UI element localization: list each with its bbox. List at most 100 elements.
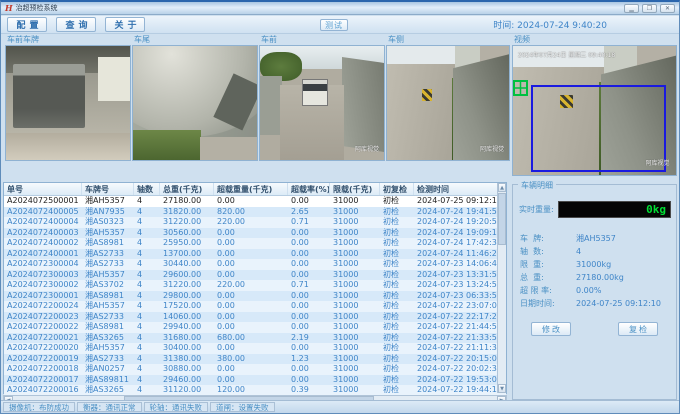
status-weigher: 衡器：通讯正常 bbox=[77, 402, 142, 412]
column-header[interactable]: 总重(千克) bbox=[160, 183, 214, 195]
query-button[interactable]: 查询 bbox=[56, 17, 96, 32]
modify-button[interactable]: 修改 bbox=[531, 322, 571, 336]
table-row[interactable]: A2024072200020湘AH5357430400.000.000.0031… bbox=[4, 343, 506, 354]
table-cell: 湘AH5357 bbox=[82, 343, 134, 354]
detail-field-axles: 轴 数:4 bbox=[513, 245, 676, 258]
table-cell: 湘AS3265 bbox=[82, 333, 134, 344]
table-cell: 31000 bbox=[330, 354, 380, 365]
config-button[interactable]: 配置 bbox=[7, 17, 47, 32]
table-row[interactable]: A2024072200023湘AS2733414060.000.000.0031… bbox=[4, 312, 506, 323]
column-header[interactable]: 车牌号 bbox=[82, 183, 134, 195]
table-cell: 2024-07-22 21:44:55 bbox=[414, 322, 499, 333]
table-cell: 30440.00 bbox=[160, 259, 214, 270]
table-cell: 31000 bbox=[330, 375, 380, 386]
table-cell: 4 bbox=[134, 238, 160, 249]
scroll-up-icon[interactable]: ▲ bbox=[498, 183, 506, 192]
table-cell: 0.00 bbox=[288, 375, 330, 386]
table-row[interactable]: A2024072400002湘AS8981425950.000.000.0031… bbox=[4, 238, 506, 249]
table-cell: 2024-07-22 22:17:25 bbox=[414, 312, 499, 323]
title-bar: H 治超预检系统 ▁ ❐ ✕ bbox=[1, 2, 679, 15]
table-row[interactable]: A2024072200018湘AN0257430880.000.000.0031… bbox=[4, 364, 506, 375]
camera-panel-front-plate: 车前车牌 bbox=[5, 34, 131, 161]
table-row[interactable]: A2024072300003湘AH5357429600.000.000.0031… bbox=[4, 270, 506, 281]
column-header[interactable]: 轴数 bbox=[134, 183, 160, 195]
minimize-icon[interactable]: ▁ bbox=[624, 4, 639, 13]
table-row[interactable]: A2024072300004湘AS2733430440.000.000.0031… bbox=[4, 259, 506, 270]
column-header[interactable]: 超载率(%) bbox=[288, 183, 330, 195]
table-cell: 31000 bbox=[330, 249, 380, 260]
table-cell: A2024072400005 bbox=[4, 207, 82, 218]
table-row[interactable]: A2024072400005湘AN7935431820.00820.002.65… bbox=[4, 207, 506, 218]
table-row[interactable]: A2024072400003湘AH5357430560.000.000.0031… bbox=[4, 228, 506, 239]
about-button[interactable]: 关于 bbox=[105, 17, 145, 32]
table-cell: 17520.00 bbox=[160, 301, 214, 312]
table-cell: 2024-07-22 19:53:00 bbox=[414, 375, 499, 386]
table-cell: 4 bbox=[134, 249, 160, 260]
test-button[interactable]: 测试 bbox=[320, 19, 348, 31]
close-icon[interactable]: ✕ bbox=[660, 4, 675, 13]
table-cell: 初检 bbox=[380, 228, 414, 239]
table-cell: 380.00 bbox=[214, 354, 288, 365]
table-cell: A2024072200016 bbox=[4, 385, 82, 396]
table-cell: A2024072300002 bbox=[4, 280, 82, 291]
table-cell: 31000 bbox=[330, 270, 380, 281]
table-cell: 0.00 bbox=[214, 249, 288, 260]
table-cell: 0.00 bbox=[214, 301, 288, 312]
table-cell: 4 bbox=[134, 312, 160, 323]
table-cell: 31000 bbox=[330, 280, 380, 291]
table-row[interactable]: A2024072500001湘AH5357427180.000.000.0031… bbox=[4, 196, 506, 207]
camera-snapshot: 阿库视觉 bbox=[386, 45, 510, 161]
maximize-icon[interactable]: ❐ bbox=[642, 4, 657, 13]
column-header[interactable]: 初复检 bbox=[380, 183, 414, 195]
table-cell: 4 bbox=[134, 354, 160, 365]
column-header[interactable]: 检测时间 bbox=[414, 183, 499, 195]
column-header[interactable]: 限载(千克) bbox=[330, 183, 380, 195]
table-cell: 2024-07-23 13:31:50 bbox=[414, 270, 499, 281]
table-row[interactable]: A2024072200019湘AS2733431380.00380.001.23… bbox=[4, 354, 506, 365]
vertical-scrollbar[interactable]: ▲ ▼ bbox=[497, 183, 506, 393]
vertical-scroll-thumb[interactable] bbox=[498, 193, 506, 245]
table-cell: 湘AH5357 bbox=[82, 228, 134, 239]
table-cell: 680.00 bbox=[214, 333, 288, 344]
table-row[interactable]: A2024072200021湘AS3265431680.00680.002.19… bbox=[4, 333, 506, 344]
camera-watermark: 阿库视觉 bbox=[645, 158, 669, 167]
status-camera: 摄像机：布防成功 bbox=[3, 402, 75, 412]
table-cell: 29460.00 bbox=[160, 375, 214, 386]
table-row[interactable]: A2024072200024湘AH5357417520.000.000.0031… bbox=[4, 301, 506, 312]
table-cell: 初检 bbox=[380, 333, 414, 344]
column-header[interactable]: 超载重量(千克) bbox=[214, 183, 288, 195]
camera-panel-rear: 车尾 bbox=[132, 34, 258, 161]
table-cell: 湘AH5357 bbox=[82, 301, 134, 312]
table-cell: 31000 bbox=[330, 238, 380, 249]
table-cell: 初检 bbox=[380, 385, 414, 396]
table-cell: 4 bbox=[134, 217, 160, 228]
table-cell: 0.00 bbox=[288, 270, 330, 281]
scene-shape bbox=[342, 57, 384, 152]
field-label: 限 重: bbox=[520, 258, 576, 271]
table-cell: 湘AN0257 bbox=[82, 364, 134, 375]
table-cell: 0.00 bbox=[288, 343, 330, 354]
detail-field-overrate: 超 限 率:0.00% bbox=[513, 284, 676, 297]
table-cell: 初检 bbox=[380, 312, 414, 323]
table-row[interactable]: A2024072200022湘AS8981429940.000.000.0031… bbox=[4, 322, 506, 333]
table-row[interactable]: A2024072300002湘AS3702431220.00220.000.71… bbox=[4, 280, 506, 291]
table-cell: 0.00 bbox=[288, 301, 330, 312]
table-row[interactable]: A2024072400001湘AS2733413700.000.000.0031… bbox=[4, 249, 506, 260]
table-header-row: 单号车牌号轴数总重(千克)超载重量(千克)超载率(%)限载(千克)初复检检测时间 bbox=[4, 183, 506, 196]
table-row[interactable]: A2024072200016湘AS3265431120.00120.000.39… bbox=[4, 385, 506, 396]
table-cell: 31000 bbox=[330, 364, 380, 375]
table-cell: 初检 bbox=[380, 217, 414, 228]
column-header[interactable]: 单号 bbox=[4, 183, 82, 195]
scroll-down-icon[interactable]: ▼ bbox=[498, 384, 506, 393]
table-row[interactable]: A2024072200017湘AS89811429460.000.000.003… bbox=[4, 375, 506, 386]
table-cell: 31000 bbox=[330, 343, 380, 354]
detail-field-datetime: 日期时间:2024-07-25 09:12:10 bbox=[513, 297, 676, 310]
table-cell: 31000 bbox=[330, 291, 380, 302]
table-cell: 0.00 bbox=[214, 322, 288, 333]
recheck-button[interactable]: 复检 bbox=[618, 322, 658, 336]
table-row[interactable]: A2024072400004湘AS0323431220.00220.000.71… bbox=[4, 217, 506, 228]
camera-watermark: 阿库视觉 bbox=[480, 144, 504, 153]
table-cell: 31000 bbox=[330, 322, 380, 333]
table-row[interactable]: A2024072300001湘AS8981429800.000.000.0031… bbox=[4, 291, 506, 302]
table-cell: 220.00 bbox=[214, 217, 288, 228]
